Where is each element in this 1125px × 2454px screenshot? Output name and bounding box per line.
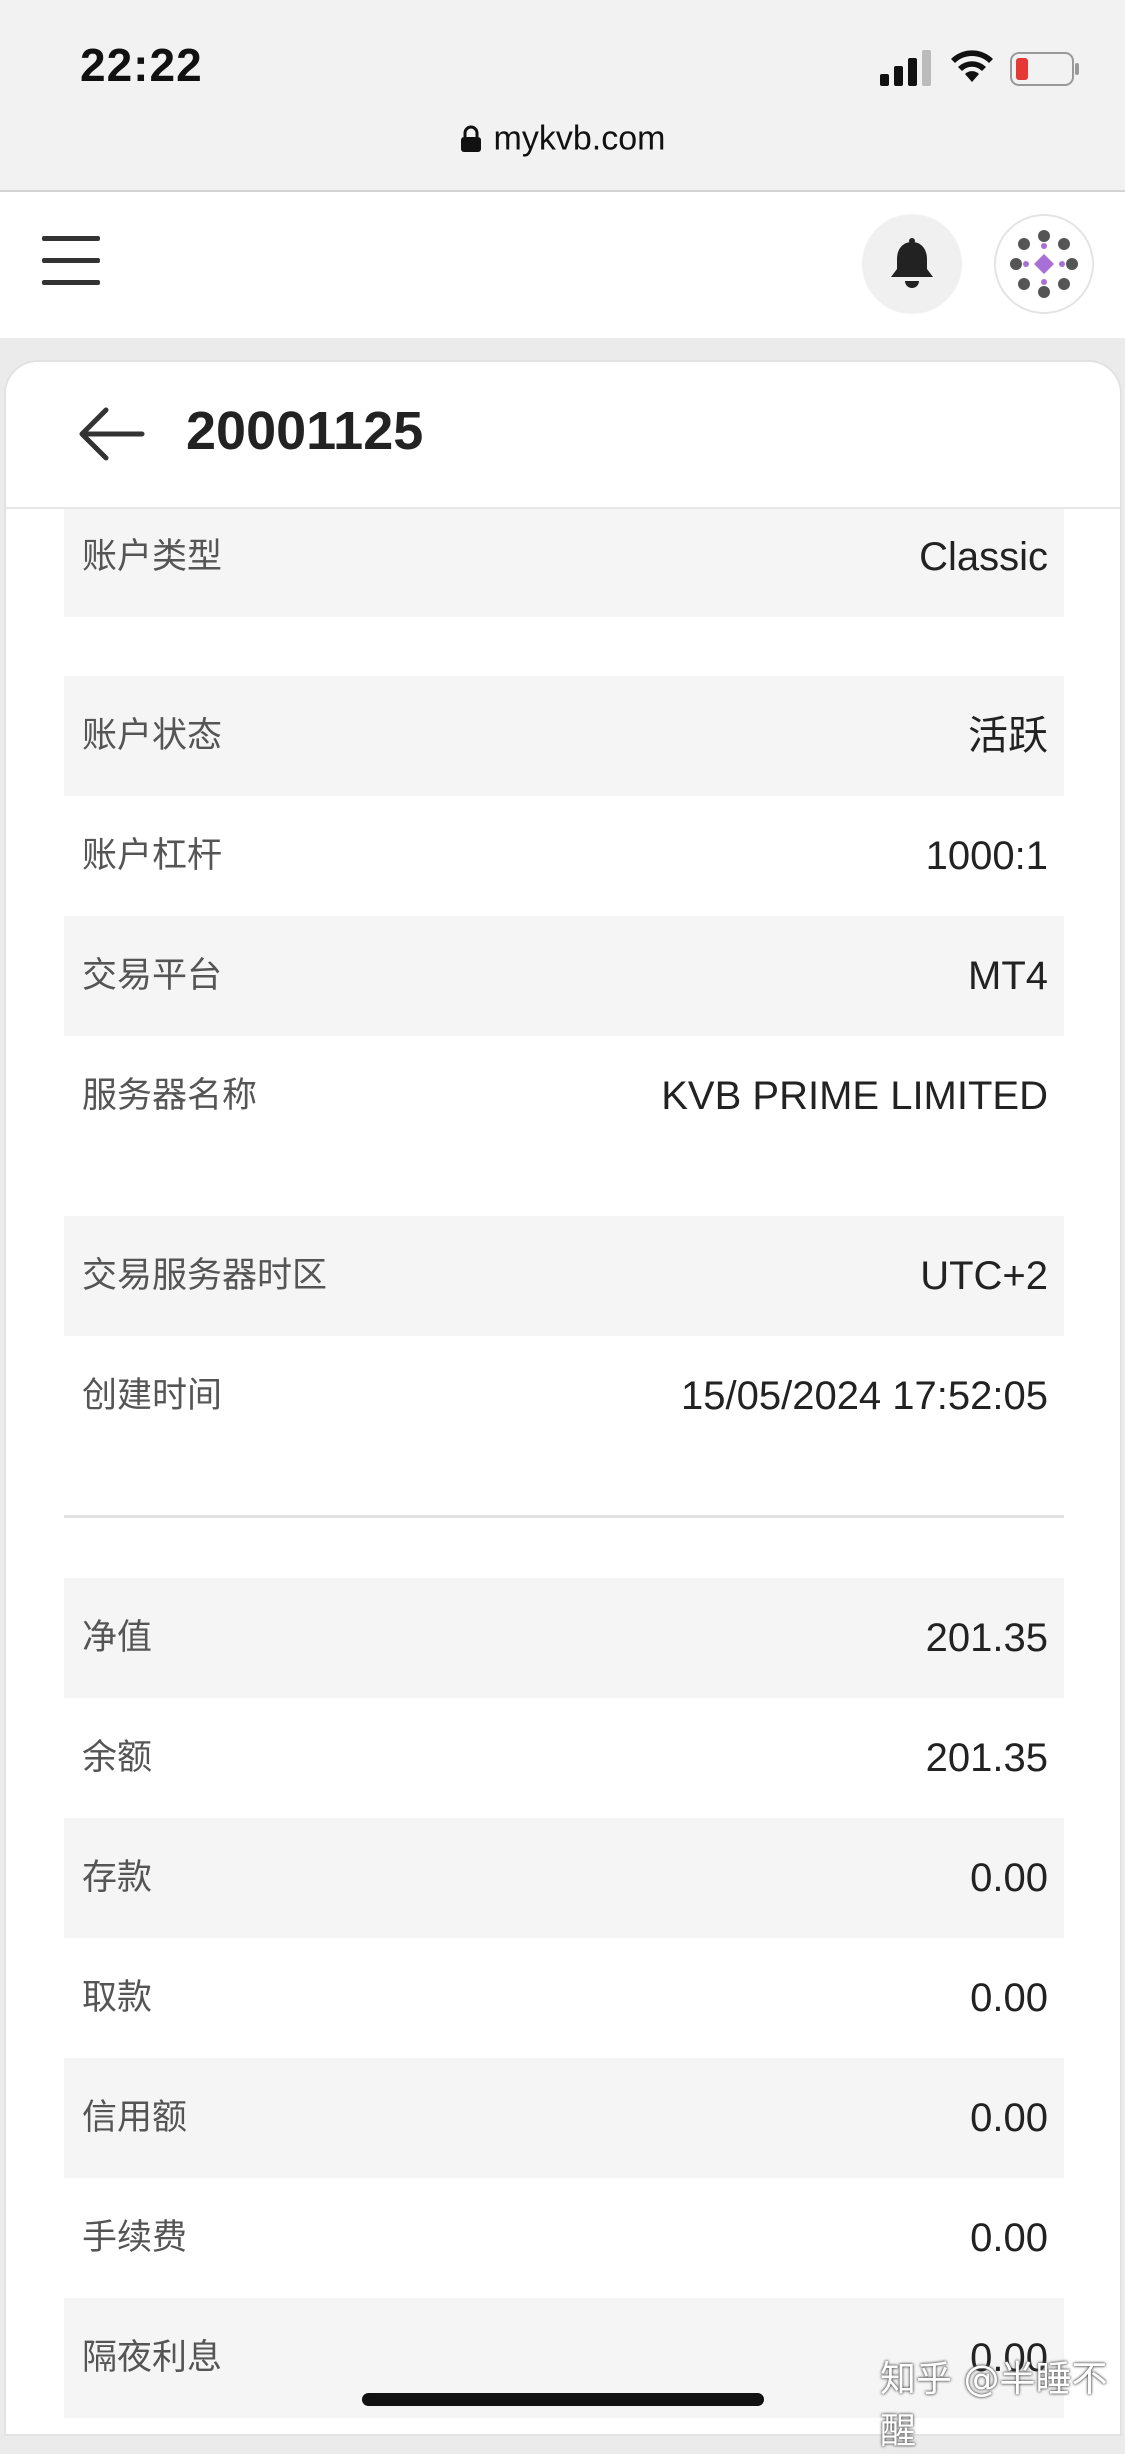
detail-row-platform: 交易平台 MT4 [64, 916, 1064, 1036]
status-time: 22:22 [80, 39, 203, 91]
balance-row-withdrawal: 取款 0.00 [64, 1938, 1064, 2058]
bell-icon [891, 238, 933, 288]
detail-label: 账户杠杆 [82, 836, 223, 876]
detail-label: 交易服务器时区 [82, 1256, 328, 1296]
detail-label: 账户状态 [82, 716, 223, 756]
detail-row-account-type: 账户类型 Classic [64, 497, 1064, 617]
balance-label: 取款 [82, 1978, 153, 2018]
detail-row-server-timezone: 交易服务器时区 UTC+2 [64, 1216, 1064, 1336]
browser-url-bar[interactable]: mykvb.com [0, 118, 1125, 159]
cellular-signal-icon [880, 50, 931, 86]
balance-label: 信用额 [82, 2098, 188, 2138]
balance-label: 净值 [82, 1618, 153, 1658]
balance-label: 存款 [82, 1858, 153, 1898]
balance-row-deposit: 存款 0.00 [64, 1818, 1064, 1938]
detail-label: 账户类型 [82, 537, 223, 577]
account-detail-card: 20001125 账户类型 Classic 账户状态 活跃 账户杠杆 1000:… [4, 360, 1122, 2436]
balance-value: 0.00 [970, 1976, 1048, 2020]
detail-value: 15/05/2024 17:52:05 [680, 1374, 1048, 1418]
detail-value: UTC+2 [920, 1254, 1048, 1298]
url-text: mykvb.com [493, 119, 666, 158]
avatar-logo-icon [1010, 230, 1078, 298]
detail-label: 创建时间 [82, 1376, 223, 1416]
menu-bar [42, 236, 100, 241]
balance-value: 201.35 [925, 1616, 1048, 1660]
battery-low-icon [1010, 52, 1079, 86]
wifi-icon [951, 50, 993, 82]
hamburger-menu-button[interactable] [42, 236, 100, 288]
app-header [0, 192, 1125, 338]
balance-row-commission: 手续费 0.00 [64, 2178, 1064, 2298]
lock-icon [460, 125, 481, 153]
balance-label: 隔夜利息 [82, 2338, 223, 2378]
balance-row-equity: 净值 201.35 [64, 1578, 1064, 1698]
balance-label: 余额 [82, 1738, 153, 1778]
balance-value: 0.00 [970, 2096, 1048, 2140]
status-bar: 22:22 mykvb.com [0, 0, 1125, 192]
balance-value: 0.00 [970, 2216, 1048, 2260]
notifications-button[interactable] [862, 214, 962, 314]
balance-value: 0.00 [970, 1856, 1048, 1900]
balance-value: 201.35 [925, 1736, 1048, 1780]
detail-value: 1000:1 [925, 834, 1048, 878]
detail-row-created-time: 创建时间 15/05/2024 17:52:05 [64, 1336, 1064, 1456]
detail-value: 活跃 [968, 714, 1048, 758]
detail-label: 交易平台 [82, 956, 223, 996]
back-arrow-icon[interactable] [76, 406, 146, 462]
account-number-title: 20001125 [186, 401, 424, 461]
balance-row-credit: 信用额 0.00 [64, 2058, 1064, 2178]
card-header: 20001125 [6, 362, 1120, 509]
menu-bar [42, 280, 100, 285]
detail-value: KVB PRIME LIMITED [661, 1074, 1048, 1118]
detail-value: MT4 [968, 954, 1048, 998]
home-indicator[interactable] [362, 2393, 764, 2406]
detail-value: Classic [919, 535, 1048, 579]
user-avatar-button[interactable] [994, 214, 1094, 314]
detail-row-account-status: 账户状态 活跃 [64, 676, 1064, 796]
watermark-text: 知乎 @半睡不醒 [880, 2359, 1108, 2452]
detail-row-server-name: 服务器名称 KVB PRIME LIMITED [64, 1036, 1064, 1156]
detail-label: 服务器名称 [82, 1076, 258, 1116]
section-divider [64, 1515, 1064, 1518]
balance-label: 手续费 [82, 2218, 188, 2258]
detail-row-leverage: 账户杠杆 1000:1 [64, 796, 1064, 916]
balance-row-balance: 余额 201.35 [64, 1698, 1064, 1818]
menu-bar [42, 258, 100, 263]
